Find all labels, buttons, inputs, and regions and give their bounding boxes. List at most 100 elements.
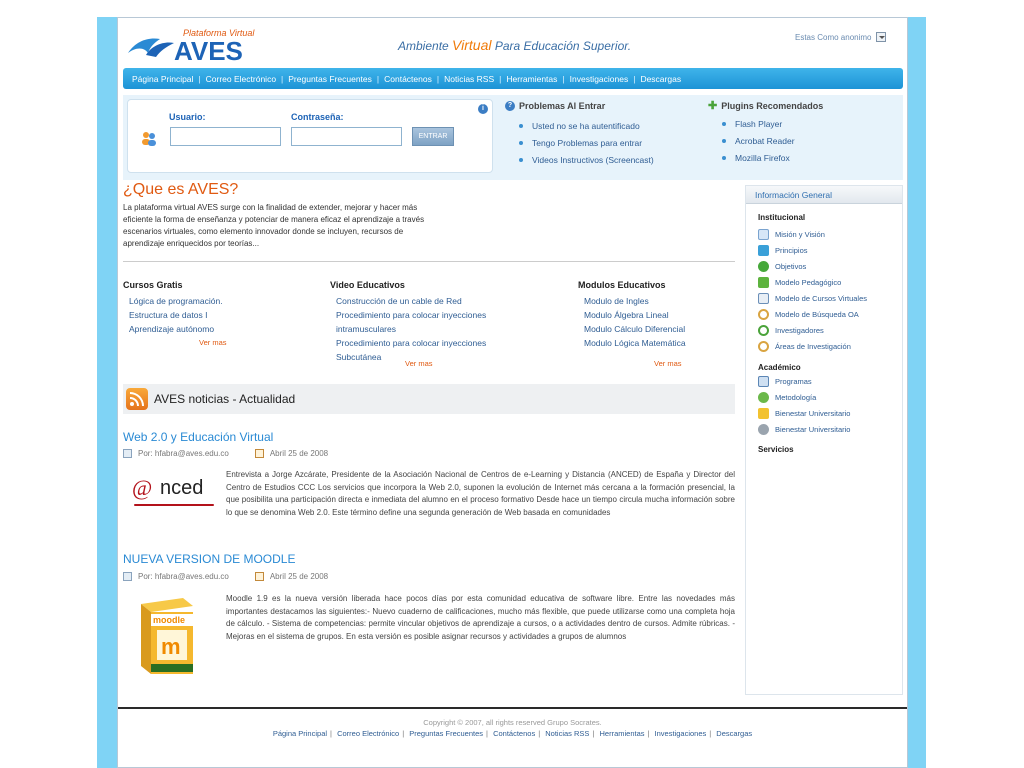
moodle-box-label: moodle	[153, 615, 185, 625]
problems-item[interactable]: Usted no se ha autentificado	[519, 121, 654, 138]
tagline-pre: Ambiente	[398, 39, 449, 53]
problems-item[interactable]: Tengo Problemas para entrar	[519, 138, 654, 155]
category-videos: Video Educativos Construcción de un cabl…	[330, 280, 505, 364]
ver-mas-link[interactable]: Ver mas	[405, 359, 433, 368]
bird-logo-icon	[128, 38, 174, 57]
sidebar-item-bienestar[interactable]: Bienestar Universitario	[758, 408, 850, 419]
login-band: Usuario: Contraseña: ENTRAR i ? Problema…	[123, 95, 903, 180]
category-link[interactable]: Construcción de un cable de Red	[330, 294, 505, 308]
help-icon: ?	[505, 101, 515, 111]
footer-link[interactable]: Preguntas Frecuentes	[409, 729, 483, 738]
sidebar-item-bienestar-2[interactable]: Bienestar Universitario	[758, 424, 850, 435]
plugins-title: Plugins Recomendados	[721, 100, 824, 111]
sidebar-item-investigadores[interactable]: Investigadores	[758, 325, 824, 336]
arrows-icon	[758, 392, 769, 403]
puzzle-icon	[758, 277, 769, 288]
nav-separator: |	[281, 73, 284, 84]
category-link[interactable]: Modulo de Ingles	[578, 294, 728, 308]
article-date: Abril 25 de 2008	[269, 572, 329, 581]
nav-item-investigaciones[interactable]: Investigaciones	[570, 74, 629, 84]
category-modulos: Modulos Educativos Modulo de Ingles Modu…	[578, 280, 728, 350]
sitemap-icon	[758, 245, 769, 256]
user-state-dropdown[interactable]: Estas Como anonimo	[795, 32, 887, 42]
problems-heading: ? Problemas Al Entrar	[505, 101, 605, 111]
sidebar-item-areas[interactable]: Áreas de Investigación	[758, 341, 851, 352]
sidebar-item-programas[interactable]: Programas	[758, 376, 812, 387]
article-author: Por: hfabra@aves.edu.co	[138, 572, 229, 581]
moodle-box-image: moodle m	[137, 596, 197, 676]
site-tagline: Ambiente Virtual Para Educación Superior…	[398, 37, 631, 53]
svg-text:m: m	[161, 634, 181, 659]
footer-link[interactable]: Contáctenos	[493, 729, 535, 738]
nav-separator: |	[436, 73, 440, 84]
footer-link[interactable]: Página Principal	[273, 729, 327, 738]
problems-title: Problemas Al Entrar	[519, 101, 606, 111]
nav-item-pagina-principal[interactable]: Página Principal	[132, 74, 193, 84]
ver-mas-link[interactable]: Ver mas	[654, 359, 682, 368]
user-input[interactable]	[170, 127, 281, 146]
plugin-item[interactable]: Acrobat Reader	[722, 136, 795, 153]
category-title: Cursos Gratis	[123, 280, 183, 290]
footer-divider	[118, 707, 907, 709]
login-button[interactable]: ENTRAR	[412, 127, 454, 146]
category-link[interactable]: Aprendizaje autónomo	[123, 322, 313, 336]
nav-separator: |	[499, 73, 502, 84]
copyright: Copyright © 2007, all rights reserved Gr…	[423, 718, 602, 727]
plugin-item[interactable]: Mozilla Firefox	[722, 153, 795, 170]
category-link[interactable]: Estructura de datos I	[123, 308, 313, 322]
sidebar-item-objetivos[interactable]: Objetivos	[758, 261, 806, 272]
nav-item-herramientas[interactable]: Herramientas	[506, 74, 557, 84]
category-title: Video Educativos	[330, 280, 405, 290]
chevron-down-icon[interactable]	[876, 32, 887, 42]
news-title: AVES noticias - Actualidad	[154, 392, 296, 406]
magnifier-icon	[758, 309, 769, 320]
main-nav: Página Principal | Correo Electrónico | Pr…	[123, 68, 903, 89]
footer-link[interactable]: Herramientas	[599, 729, 644, 738]
sidebar-item-modelo-cursos[interactable]: Modelo de Cursos Virtuales	[758, 293, 867, 304]
author-icon	[123, 449, 132, 458]
category-cursos: Cursos Gratis Lógica de programación. Es…	[123, 280, 313, 336]
site-logo[interactable]: Plataforma Virtual AVES	[126, 25, 261, 66]
problems-item[interactable]: Videos Instructivos (Screencast)	[519, 155, 654, 172]
author-icon	[123, 572, 132, 581]
about-title: ¿Que es AVES?	[123, 181, 239, 198]
category-link[interactable]: Modulo Álgebra Lineal	[578, 308, 728, 322]
category-link[interactable]: Procedimiento para colocar inyecciones i…	[330, 308, 505, 336]
sidebar-item-metodologia[interactable]: Metodología	[758, 392, 816, 403]
article-date: Abril 25 de 2008	[269, 449, 329, 458]
footer-link[interactable]: Investigaciones	[655, 729, 707, 738]
check-icon	[758, 261, 769, 272]
nav-item-contactenos[interactable]: Contáctenos	[384, 74, 432, 84]
article-body: Entrevista a Jorge Azcárate, Presidente …	[226, 470, 735, 517]
category-link[interactable]: Modulo Lógica Matemática	[578, 336, 728, 350]
nav-item-preguntas[interactable]: Preguntas Frecuentes	[288, 74, 372, 84]
article-title[interactable]: Web 2.0 y Educación Virtual	[123, 430, 273, 444]
password-input[interactable]	[291, 127, 402, 146]
nav-separator: |	[562, 73, 565, 84]
article-author: Por: hfabra@aves.edu.co	[138, 449, 229, 458]
plugin-item[interactable]: Flash Player	[722, 119, 795, 136]
rss-icon[interactable]	[126, 388, 148, 410]
nav-item-descargas[interactable]: Descargas	[640, 74, 681, 84]
category-link[interactable]: Modulo Cálculo Diferencial	[578, 322, 728, 336]
footer-link[interactable]: Descargas	[716, 729, 752, 738]
nav-separator: |	[376, 73, 380, 84]
info-icon[interactable]: i	[478, 104, 488, 114]
category-link[interactable]: Lógica de programación.	[123, 294, 313, 308]
article-title[interactable]: NUEVA VERSION DE MOODLE	[123, 552, 295, 566]
ver-mas-link[interactable]: Ver mas	[199, 338, 227, 347]
window-icon	[758, 293, 769, 304]
sidebar-item-mision[interactable]: Misión y Visión	[758, 229, 825, 240]
nav-item-correo[interactable]: Correo Electrónico	[206, 74, 276, 84]
footer-nav: Página Principal | Correo Electrónico | Pr…	[272, 729, 753, 738]
nav-item-noticias-rss[interactable]: Noticias RSS	[444, 74, 494, 84]
plugins-heading: ✚ Plugins Recomendados	[708, 99, 823, 112]
puzzle-icon: ✚	[708, 100, 718, 112]
sidebar-item-principios[interactable]: Principios	[758, 245, 808, 256]
sidebar: Información General Institucional Misión…	[745, 185, 903, 695]
sidebar-item-modelo-pedagogico[interactable]: Modelo Pedagógico	[758, 277, 841, 288]
sidebar-item-modelo-busqueda[interactable]: Modelo de Búsqueda OA	[758, 309, 859, 320]
news-header: AVES noticias - Actualidad	[123, 384, 735, 414]
footer-link[interactable]: Noticias RSS	[545, 729, 589, 738]
footer-link[interactable]: Correo Electrónico	[337, 729, 399, 738]
